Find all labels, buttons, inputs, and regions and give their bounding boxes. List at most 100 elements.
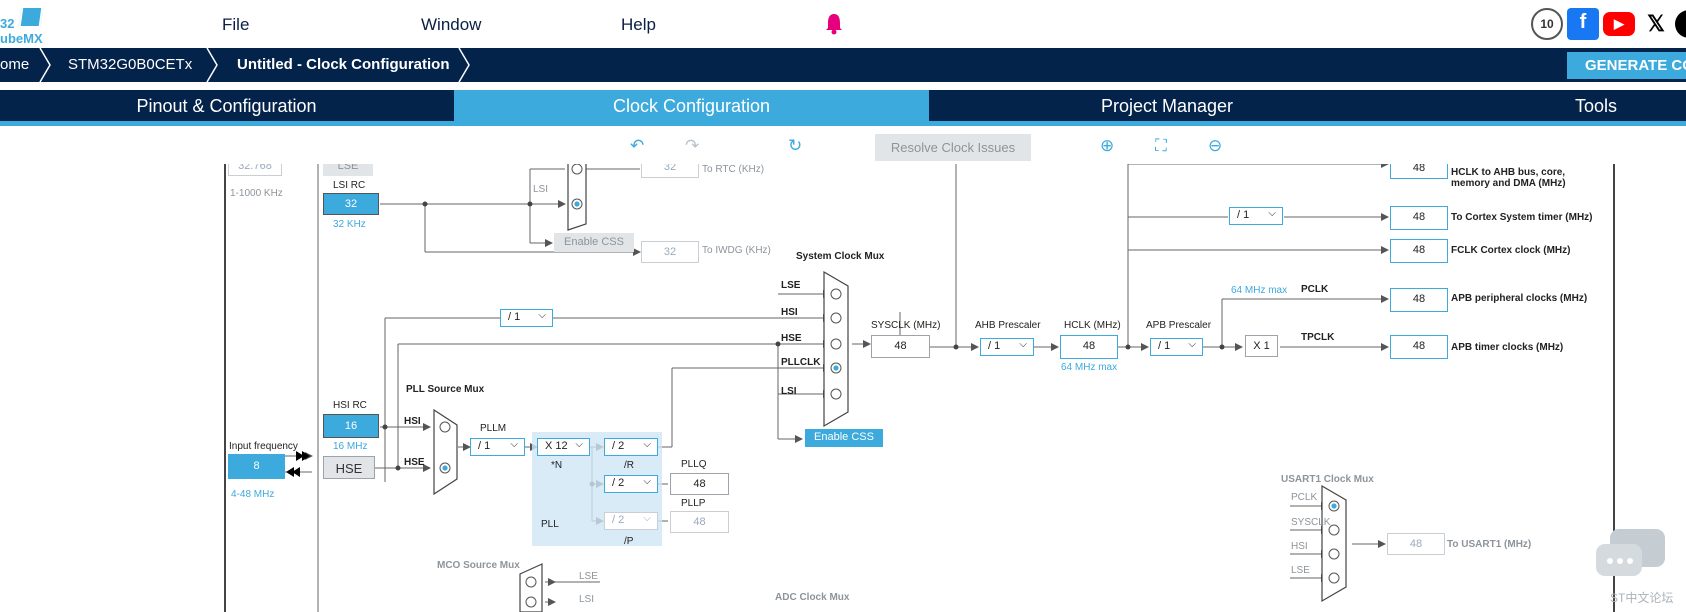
- usart1-mux-input-sysclk: SYSCLK: [1291, 517, 1331, 528]
- hclk-ahb-output[interactable]: 48: [1390, 164, 1448, 179]
- ahb-prescaler-value: / 1: [988, 340, 1001, 352]
- forum-link[interactable]: ST中文论坛: [1610, 589, 1673, 606]
- apb-peripheral-output[interactable]: 48: [1390, 288, 1448, 312]
- tab-tools[interactable]: Tools: [1405, 90, 1686, 121]
- sysclk-mux-input-pllclk: PLLCLK: [781, 357, 821, 368]
- hsi-divider-select[interactable]: / 1 ⌵: [500, 309, 553, 327]
- x-twitter-icon[interactable]: 𝕏: [1640, 8, 1672, 40]
- mco-source-mux-title: MCO Source Mux: [437, 560, 520, 571]
- cube-icon: [18, 6, 44, 28]
- pll-mux-input-hse: HSE: [404, 457, 425, 468]
- youtube-icon[interactable]: ▶: [1603, 8, 1635, 40]
- tab-underline: [0, 121, 1686, 126]
- cortex-timer-output[interactable]: 48: [1390, 206, 1448, 230]
- rtc-output-label: To RTC (KHz): [702, 164, 765, 175]
- breadcrumb: ome STM32G0B0CETx Untitled - Clock Confi…: [0, 48, 1686, 82]
- pclk-label: PCLK: [1301, 284, 1329, 295]
- cubemx-logo: 32 ubeMX: [0, 3, 50, 46]
- refresh-icon[interactable]: ↻: [788, 136, 802, 156]
- fit-screen-icon[interactable]: ⛶: [1155, 136, 1167, 156]
- usart1-output: 48: [1387, 533, 1445, 555]
- cortex-timer-output-label: To Cortex System timer (MHz): [1451, 212, 1593, 223]
- tab-clock[interactable]: Clock Configuration: [454, 90, 929, 121]
- tpclk-label: TPCLK: [1301, 332, 1335, 343]
- logo-text-top: 32: [0, 16, 15, 31]
- enable-css-lse-button[interactable]: Enable CSS: [554, 233, 634, 252]
- hsi-mhz-label: 16 MHz: [333, 441, 368, 452]
- pllq-select[interactable]: / 2 ⌵: [604, 475, 658, 493]
- lsi-rc-box[interactable]: 32: [323, 193, 379, 215]
- ahb-prescaler-select[interactable]: / 1 ⌵: [980, 338, 1034, 356]
- fclk-output-label: FCLK Cortex clock (MHz): [1451, 245, 1571, 256]
- menu-help[interactable]: Help: [621, 15, 656, 35]
- iwdg-output-value: 32: [641, 241, 699, 263]
- x-glyph: 𝕏: [1647, 11, 1665, 36]
- mco-mux-input-lse: LSE: [579, 571, 598, 582]
- plln-select[interactable]: X 12 ⌵: [537, 438, 590, 456]
- pll-mux-input-hsi: HSI: [404, 416, 421, 427]
- resolve-clock-issues-button[interactable]: Resolve Clock Issues: [875, 134, 1031, 161]
- hclk-value[interactable]: 48: [1060, 335, 1118, 359]
- enable-css-hse-button[interactable]: Enable CSS: [805, 429, 883, 447]
- apb-timer-output[interactable]: 48: [1390, 335, 1448, 359]
- timer-multiplier: X 1: [1245, 335, 1278, 357]
- lsi-mux-label: LSI: [533, 184, 549, 195]
- sysclk-mux-input-lsi: LSI: [781, 386, 797, 397]
- apb-prescaler-select[interactable]: / 1 ⌵: [1150, 338, 1203, 356]
- adc-clock-mux-title: ADC Clock Mux: [775, 592, 850, 603]
- clock-tree-diagram: 32.768 1-1000 KHz LSE LSI RC 32 32 KHz 3…: [0, 164, 1686, 612]
- menu-bar: 32 ubeMX File Window Help 10 f ▶ 𝕏: [0, 0, 1686, 48]
- facebook-icon[interactable]: f: [1567, 8, 1599, 40]
- fclk-output[interactable]: 48: [1390, 239, 1448, 263]
- cortex-timer-divider-value: / 1: [1237, 209, 1250, 221]
- pllq-value: / 2: [612, 477, 625, 489]
- usart1-mux-input-pclk: PCLK: [1291, 492, 1318, 503]
- usart1-mux-title: USART1 Clock Mux: [1281, 474, 1374, 485]
- breadcrumb-device[interactable]: STM32G0B0CETx: [68, 56, 192, 73]
- badge-text: 10: [1540, 17, 1554, 31]
- lsi-rc-label: LSI RC: [333, 180, 366, 191]
- lse-value[interactable]: 32.768: [228, 164, 282, 176]
- tab-project[interactable]: Project Manager: [930, 90, 1404, 121]
- cortex-timer-divider-select[interactable]: / 1 ⌵: [1229, 207, 1283, 225]
- system-clock-mux-title: System Clock Mux: [796, 251, 885, 262]
- more-social-icon[interactable]: [1675, 10, 1686, 38]
- youtube-play-bg: ▶: [1603, 12, 1635, 36]
- pllr-select[interactable]: / 2 ⌵: [604, 438, 658, 456]
- input-frequency-label: Input frequency: [229, 441, 298, 452]
- undo-icon[interactable]: ↶: [630, 136, 644, 156]
- zoom-out-icon[interactable]: ⊖: [1208, 136, 1222, 156]
- pllp-select[interactable]: / 2 ⌵: [604, 512, 658, 530]
- breadcrumb-home[interactable]: ome: [0, 56, 29, 73]
- menu-window[interactable]: Window: [421, 15, 481, 35]
- sysclk-value: 48: [871, 335, 930, 358]
- rtc-output-value: 32: [641, 164, 699, 178]
- lse-box[interactable]: LSE: [323, 164, 373, 176]
- pllr-label: /R: [624, 460, 634, 471]
- pllm-select[interactable]: / 1 ⌵: [470, 438, 525, 456]
- bell-icon[interactable]: [824, 13, 844, 35]
- pllp-suffix-label: /P: [624, 536, 634, 547]
- tab-pinout[interactable]: Pinout & Configuration: [0, 90, 453, 121]
- apb-prescaler-label: APB Prescaler: [1146, 320, 1212, 331]
- anniversary-badge-icon[interactable]: 10: [1531, 8, 1563, 40]
- lse-range-label: 1-1000 KHz: [230, 188, 283, 199]
- sysclk-mux-input-hsi: HSI: [781, 307, 798, 318]
- hsi-rc-box[interactable]: 16: [323, 414, 379, 438]
- pllq-output: 48: [670, 473, 729, 495]
- pllm-value: / 1: [478, 440, 491, 452]
- hsi-divider-value: / 1: [508, 311, 521, 323]
- hse-box[interactable]: HSE: [323, 456, 375, 479]
- apb-peripheral-output-label: APB peripheral clocks (MHz): [1451, 293, 1588, 304]
- generate-code-button[interactable]: GENERATE CO: [1567, 52, 1686, 79]
- ahb-prescaler-label: AHB Prescaler: [975, 320, 1041, 331]
- chevron-right-icon: [458, 48, 470, 82]
- zoom-in-icon[interactable]: ⊕: [1100, 136, 1114, 156]
- input-frequency-field[interactable]: 8: [228, 454, 285, 479]
- lsi-khz-label: 32 KHz: [333, 219, 366, 230]
- pllp-output: 48: [670, 511, 729, 533]
- iwdg-output-label: To IWDG (KHz): [702, 245, 771, 256]
- chevron-right-icon: [206, 48, 218, 82]
- menu-file[interactable]: File: [222, 15, 249, 35]
- redo-icon[interactable]: ↷: [685, 136, 699, 156]
